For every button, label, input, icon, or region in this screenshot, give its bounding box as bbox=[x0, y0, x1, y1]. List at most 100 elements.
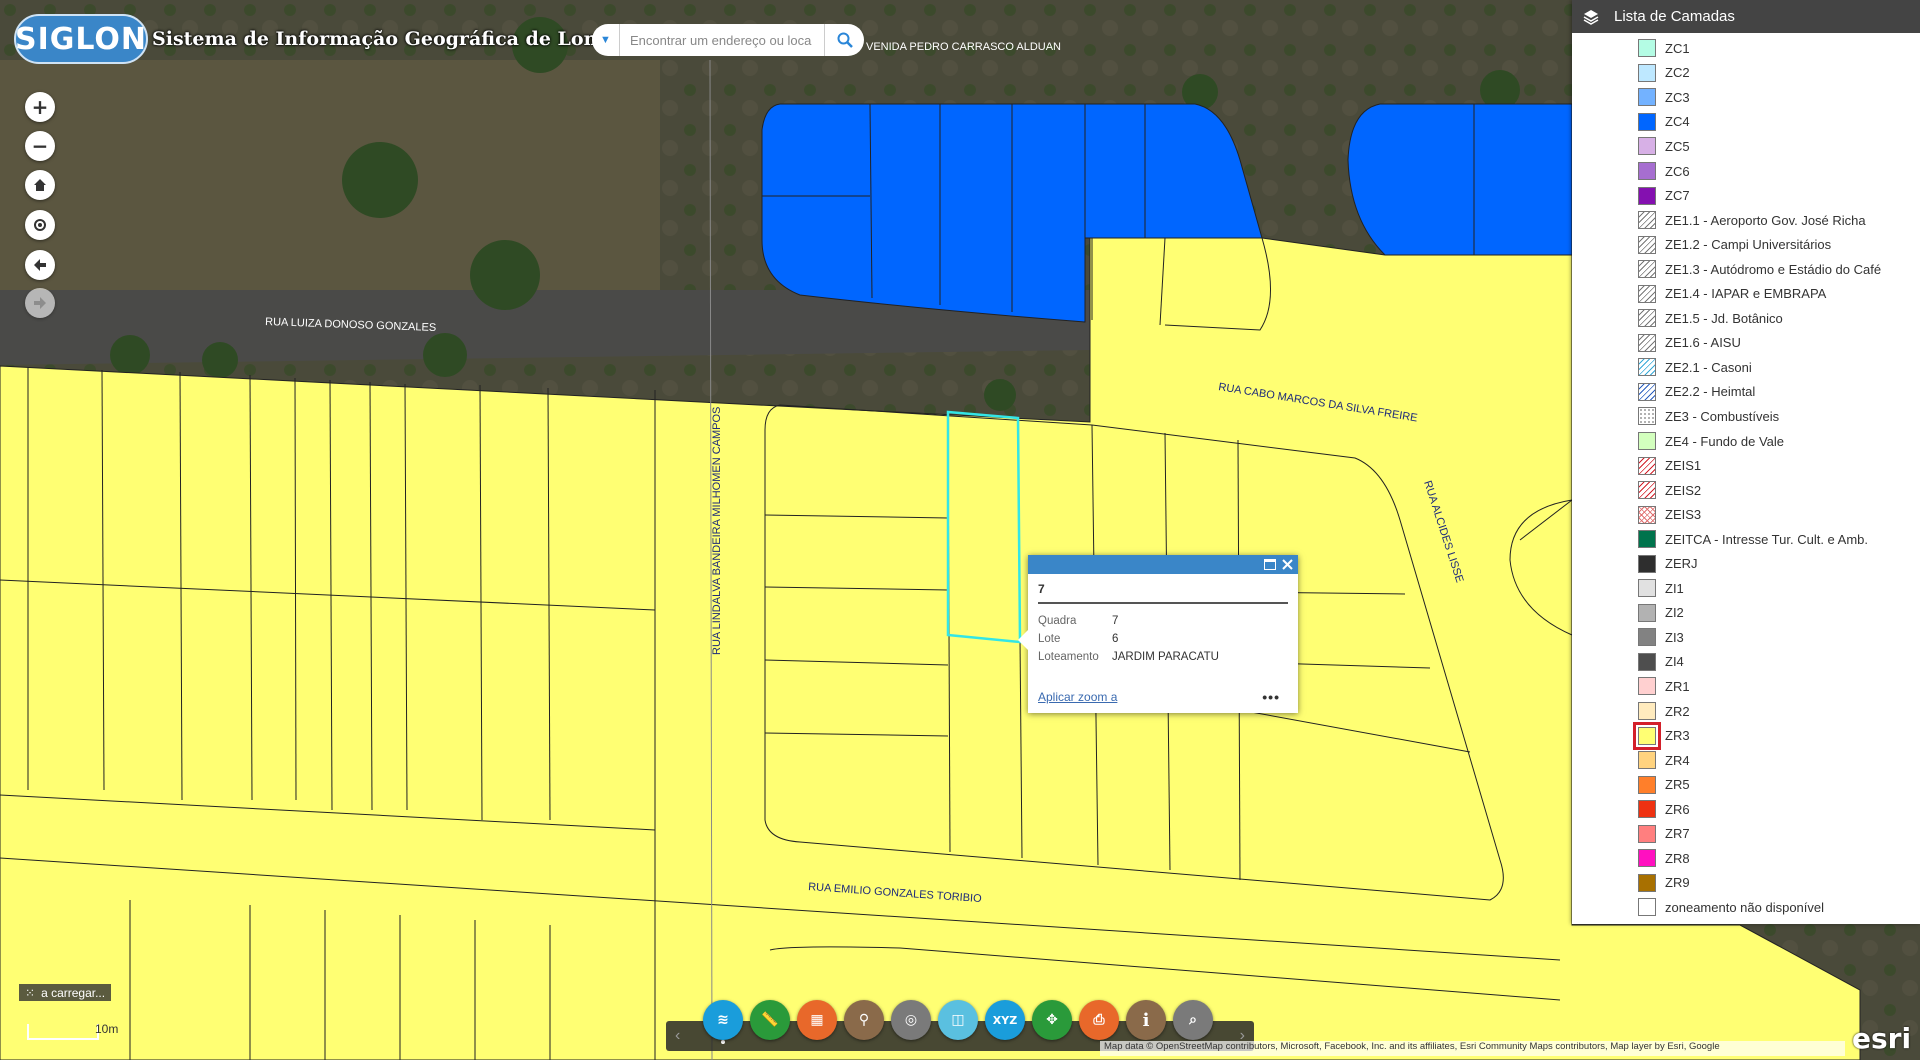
scale-label: 10m bbox=[95, 1022, 119, 1036]
layer-item[interactable]: ZR4 bbox=[1572, 748, 1920, 773]
xyz-tool-button[interactable]: XYZ bbox=[985, 1000, 1025, 1040]
layer-item[interactable]: ZEIS2 bbox=[1572, 478, 1920, 503]
search-button[interactable] bbox=[824, 24, 864, 56]
layer-swatch bbox=[1638, 898, 1656, 917]
layer-label: ZEIS2 bbox=[1665, 482, 1702, 498]
layer-item[interactable]: ZE1.3 - Autódromo e Estádio do Café bbox=[1572, 257, 1920, 282]
layer-item[interactable]: ZR8 bbox=[1572, 846, 1920, 871]
search-input[interactable] bbox=[620, 26, 824, 54]
map-attribution: Map data © OpenStreetMap contributors, M… bbox=[1100, 1041, 1845, 1056]
siglon-logo[interactable]: SIGLON bbox=[14, 14, 148, 64]
search-icon bbox=[837, 32, 853, 48]
layer-item[interactable]: ZE1.5 - Jd. Botânico bbox=[1572, 306, 1920, 331]
close-icon[interactable] bbox=[1282, 559, 1293, 570]
info-tool-button[interactable]: i bbox=[1126, 1000, 1166, 1040]
layer-item[interactable]: ZC2 bbox=[1572, 61, 1920, 86]
layer-item[interactable]: ZR6 bbox=[1572, 797, 1920, 822]
layer-item[interactable]: ZC4 bbox=[1572, 110, 1920, 135]
app-window: VENIDA PEDRO CARRASCO ALDUAN RUA LUIZA D… bbox=[0, 0, 1920, 1060]
info-icon: i bbox=[1142, 1009, 1150, 1031]
share-tool-button[interactable]: ✥ bbox=[1032, 1000, 1072, 1040]
layer-item[interactable]: ZR9 bbox=[1572, 871, 1920, 896]
layer-swatch bbox=[1638, 309, 1656, 328]
attribute-key: Loteamento bbox=[1038, 651, 1099, 663]
layer-item[interactable]: ZR3 bbox=[1572, 721, 1920, 750]
layer-item[interactable]: ZI3 bbox=[1572, 625, 1920, 650]
esri-logo: esri bbox=[1852, 1022, 1912, 1055]
arrow-left-icon bbox=[34, 259, 46, 271]
layer-swatch bbox=[1633, 721, 1661, 750]
layer-label: ZC4 bbox=[1665, 114, 1690, 130]
filter-tool-button[interactable]: ⚲ bbox=[844, 1000, 884, 1040]
compare-icon: ◫ bbox=[951, 1012, 965, 1028]
compare-tool-button[interactable]: ◫ bbox=[938, 1000, 978, 1040]
attribute-value: 6 bbox=[1112, 633, 1119, 645]
layer-item[interactable]: ZC5 bbox=[1572, 134, 1920, 159]
layer-item[interactable]: ZE1.6 - AISU bbox=[1572, 331, 1920, 356]
zoom-to-link[interactable]: Aplicar zoom a bbox=[1038, 690, 1117, 704]
print-tool-button[interactable]: ⎙ bbox=[1079, 1000, 1119, 1040]
layers-icon: ≋ bbox=[717, 1012, 729, 1028]
locate-button[interactable] bbox=[25, 210, 55, 240]
zc4-block[interactable] bbox=[1347, 103, 1573, 256]
layer-label: ZI1 bbox=[1665, 580, 1684, 596]
layer-item[interactable]: ZE3 - Combustíveis bbox=[1572, 404, 1920, 429]
layer-item[interactable]: ZERJ bbox=[1572, 551, 1920, 576]
layer-label: ZR2 bbox=[1665, 703, 1690, 719]
zoom-out-button[interactable]: − bbox=[25, 131, 55, 161]
maximize-icon[interactable] bbox=[1264, 559, 1276, 570]
next-extent-button[interactable] bbox=[25, 288, 55, 318]
layers-tool-button[interactable]: ≋ bbox=[703, 1000, 743, 1040]
layer-item[interactable]: ZR5 bbox=[1572, 772, 1920, 797]
more-actions-button[interactable]: ••• bbox=[1262, 689, 1280, 705]
layer-item[interactable]: ZR7 bbox=[1572, 822, 1920, 847]
layer-item[interactable]: ZC3 bbox=[1572, 85, 1920, 110]
layer-swatch bbox=[1638, 775, 1656, 794]
loading-indicator: ⁙ a carregar... bbox=[19, 984, 112, 1001]
layer-item[interactable]: ZC6 bbox=[1572, 159, 1920, 184]
layer-item[interactable]: ZR2 bbox=[1572, 699, 1920, 724]
layer-item[interactable]: ZI4 bbox=[1572, 650, 1920, 675]
layer-item[interactable]: ZEIS1 bbox=[1572, 453, 1920, 478]
home-icon bbox=[34, 179, 46, 191]
layer-item[interactable]: ZC7 bbox=[1572, 183, 1920, 208]
layer-label: zoneamento não disponível bbox=[1665, 899, 1825, 915]
layer-item[interactable]: ZE1.1 - Aeroporto Gov. José Richa bbox=[1572, 208, 1920, 233]
layer-item[interactable]: ZC1 bbox=[1572, 36, 1920, 61]
toolbar-prev-button[interactable]: ‹ bbox=[675, 1027, 680, 1045]
layer-item[interactable]: ZEIS3 bbox=[1572, 502, 1920, 527]
layer-item[interactable]: ZEITCA - Intresse Tur. Cult. e Amb. bbox=[1572, 527, 1920, 552]
layer-item[interactable]: ZI1 bbox=[1572, 576, 1920, 601]
layer-item[interactable]: ZR1 bbox=[1572, 674, 1920, 699]
layer-item[interactable]: ZE4 - Fundo de Vale bbox=[1572, 429, 1920, 454]
layer-swatch bbox=[1638, 112, 1656, 131]
layer-label: ZC7 bbox=[1665, 188, 1690, 204]
attribute-row: Lote 6 bbox=[1038, 630, 1219, 648]
attribute-row: Loteamento JARDIM PARACATU bbox=[1038, 648, 1219, 666]
layer-label: ZI4 bbox=[1665, 654, 1684, 670]
location-tool-button[interactable]: ◎ bbox=[891, 1000, 931, 1040]
layer-list-panel: Lista de Camadas ZC1 ZC2 ZC3 ZC4 ZC5 ZC6 ZC7 ZE… bbox=[1572, 0, 1920, 924]
previous-extent-button[interactable] bbox=[25, 250, 55, 280]
layer-label: ZE1.2 - Campi Universitários bbox=[1665, 237, 1832, 253]
ruler-tool-button[interactable]: 📏 bbox=[750, 1000, 790, 1040]
toolbar-page-indicator bbox=[721, 1040, 725, 1044]
zoom-in-button[interactable]: + bbox=[25, 92, 55, 122]
layer-item[interactable]: ZI2 bbox=[1572, 601, 1920, 626]
layer-swatch bbox=[1638, 481, 1656, 500]
layer-swatch bbox=[1638, 628, 1656, 647]
home-button[interactable] bbox=[25, 170, 55, 200]
location-icon: ◎ bbox=[904, 1012, 918, 1028]
layer-item[interactable]: zoneamento não disponível bbox=[1572, 895, 1920, 920]
query-icon: ⌕ bbox=[1189, 1012, 1197, 1028]
search-source-dropdown[interactable]: ▼ bbox=[592, 24, 620, 56]
query-tool-button[interactable]: ⌕ bbox=[1173, 1000, 1213, 1040]
layer-item[interactable]: ZE2.1 - Casoni bbox=[1572, 355, 1920, 380]
layer-label: ZE1.6 - AISU bbox=[1665, 335, 1741, 351]
grid-tool-button[interactable]: ▦ bbox=[797, 1000, 837, 1040]
layer-item[interactable]: ZE1.4 - IAPAR e EMBRAPA bbox=[1572, 281, 1920, 306]
layer-item[interactable]: ZE1.2 - Campi Universitários bbox=[1572, 232, 1920, 257]
layer-item[interactable]: ZE2.2 - Heimtal bbox=[1572, 380, 1920, 405]
layer-list-header: Lista de Camadas bbox=[1572, 0, 1920, 33]
ruler-icon: 📏 bbox=[761, 1012, 779, 1028]
